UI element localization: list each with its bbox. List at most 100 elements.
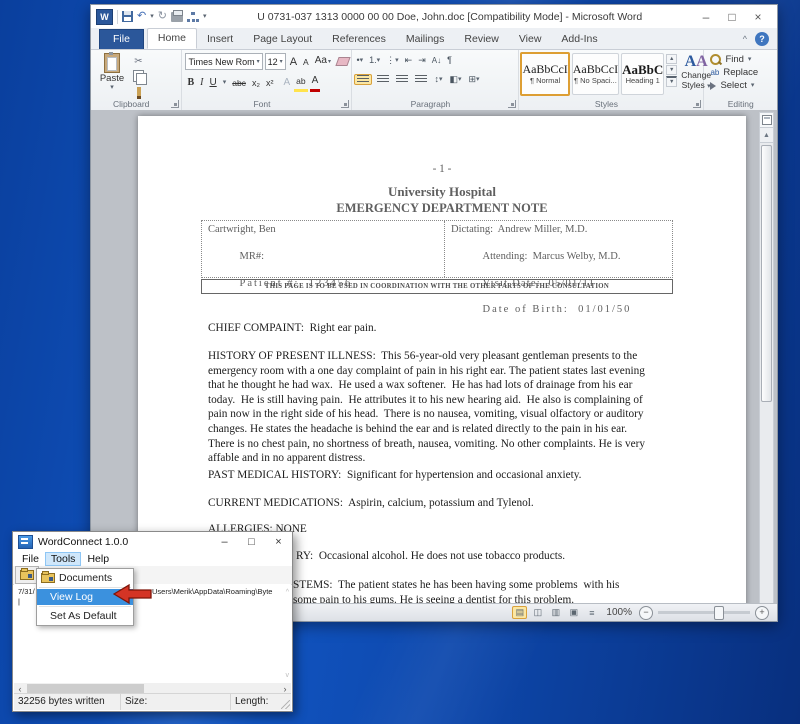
numbering-icon[interactable]: 1.▾	[367, 53, 382, 68]
font-size-combo[interactable]: 12 ▾	[265, 53, 286, 70]
copy-icon[interactable]	[133, 70, 144, 82]
minimize-button[interactable]: –	[693, 7, 719, 27]
dob-line: Date of Birth: 01/01/50	[483, 304, 632, 315]
format-painter-icon[interactable]	[137, 87, 141, 96]
maximize-button[interactable]: □	[719, 7, 745, 27]
annotation-arrow-icon	[113, 584, 152, 604]
wc-minimize-button[interactable]: –	[211, 533, 238, 551]
paragraph-dialog-launcher-icon[interactable]	[508, 100, 516, 108]
multilevel-list-icon[interactable]: ⋮▾	[384, 53, 401, 68]
sort-icon[interactable]: A↓	[430, 53, 443, 68]
web-layout-view-button[interactable]: ▥	[548, 606, 563, 619]
align-center-button[interactable]	[375, 75, 391, 84]
tab-view[interactable]: View	[509, 30, 552, 49]
underline-button[interactable]: U	[207, 75, 218, 91]
menu-item-set-as-default[interactable]: Set As Default	[37, 608, 133, 624]
save-icon[interactable]	[122, 11, 133, 22]
borders-icon[interactable]: ⊞▾	[467, 72, 482, 87]
strikethrough-button[interactable]: abc	[230, 75, 248, 91]
change-case-icon[interactable]: Aa▾	[313, 53, 333, 70]
paste-dropdown-icon[interactable]: ▾	[110, 84, 114, 91]
list-scroll-up-icon[interactable]: ^	[286, 589, 289, 596]
decrease-indent-icon[interactable]: ⇤	[403, 53, 415, 68]
tab-file[interactable]: File	[99, 29, 144, 49]
font-group: Times New Rom ▾ 12 ▾ A A Aa▾ B	[182, 50, 352, 110]
fullscreen-reading-view-button[interactable]: ◫	[530, 606, 545, 619]
collapse-ribbon-icon[interactable]: ^	[743, 34, 747, 44]
font-color-icon[interactable]: A	[310, 73, 321, 92]
desktop: W ↶ ▾ ↻ ▾ U 0731-037 1313 0000 00 00 Doe…	[0, 0, 800, 724]
text-effects-icon[interactable]: A	[281, 75, 292, 91]
outline-view-button[interactable]: ▣	[566, 606, 581, 619]
vertical-scrollbar[interactable]: ▲	[759, 112, 774, 609]
wc-close-button[interactable]: ×	[265, 533, 292, 551]
font-name-combo[interactable]: Times New Rom ▾	[185, 53, 262, 70]
resize-grip[interactable]	[281, 700, 290, 709]
print-preview-icon[interactable]	[171, 12, 183, 22]
zoom-slider[interactable]	[658, 611, 750, 614]
style-heading1[interactable]: AaBbC Heading 1	[621, 53, 664, 95]
list-scroll-down-icon[interactable]: v	[286, 672, 290, 679]
tab-home[interactable]: Home	[147, 28, 197, 49]
ruler-toggle-button[interactable]	[760, 113, 773, 128]
replace-button[interactable]: abReplace	[710, 67, 777, 78]
scroll-up-button[interactable]: ▲	[760, 128, 773, 143]
scrollbar-thumb[interactable]	[761, 145, 772, 402]
menu-file[interactable]: File	[16, 552, 45, 566]
zoom-level[interactable]: 100%	[606, 607, 632, 618]
highlight-icon[interactable]: ab	[294, 73, 307, 92]
clear-formatting-icon[interactable]	[335, 57, 350, 66]
italic-button[interactable]: I	[198, 75, 205, 91]
line-spacing-icon[interactable]: ↕▾	[432, 72, 444, 87]
redo-icon[interactable]: ↻	[158, 11, 167, 22]
tab-review[interactable]: Review	[454, 30, 508, 49]
zoom-in-button[interactable]: +	[755, 606, 769, 620]
styles-more-icon[interactable]: ▼	[666, 76, 677, 87]
shrink-font-icon[interactable]: A	[301, 54, 311, 70]
tab-mailings[interactable]: Mailings	[396, 30, 455, 49]
zoom-slider-thumb[interactable]	[714, 606, 724, 620]
styles-dialog-launcher-icon[interactable]	[693, 100, 701, 108]
select-button[interactable]: Select▾	[710, 80, 777, 91]
style-no-spacing[interactable]: AaBbCcI ¶ No Spaci...	[572, 53, 619, 95]
draft-view-button[interactable]: ≡	[584, 606, 599, 619]
superscript-button[interactable]: x²	[264, 75, 276, 91]
tab-add-ins[interactable]: Add-Ins	[551, 30, 607, 49]
tab-references[interactable]: References	[322, 30, 396, 49]
print-layout-view-button[interactable]: ▤	[512, 606, 527, 619]
close-button[interactable]: ×	[745, 7, 771, 27]
underline-dropdown-icon[interactable]: ▾	[221, 75, 229, 91]
paste-button[interactable]: Paste ▾	[94, 53, 130, 98]
wc-maximize-button[interactable]: □	[238, 533, 265, 551]
align-center-icon	[377, 75, 389, 84]
menu-help[interactable]: Help	[81, 552, 115, 566]
length-status: Length:	[231, 694, 291, 710]
cut-icon[interactable]: ✂	[130, 54, 147, 68]
bullets-icon[interactable]: •▾	[354, 53, 365, 68]
increase-indent-icon[interactable]: ⇥	[416, 53, 428, 68]
clipboard-dialog-launcher-icon[interactable]	[171, 100, 179, 108]
font-dialog-launcher-icon[interactable]	[341, 100, 349, 108]
show-paragraph-marks-icon[interactable]: ¶	[445, 53, 454, 68]
style-normal[interactable]: AaBbCcI ¶ Normal	[520, 52, 569, 96]
zoom-out-button[interactable]: −	[639, 606, 653, 620]
find-button[interactable]: Find▾	[710, 54, 777, 65]
menu-tools[interactable]: Tools	[45, 552, 82, 566]
grow-font-icon[interactable]: A	[288, 54, 299, 70]
shading-icon[interactable]: ◧▾	[447, 72, 463, 87]
org-chart-icon[interactable]	[187, 12, 199, 22]
word-logo-icon[interactable]: W	[96, 9, 113, 25]
tab-page-layout[interactable]: Page Layout	[243, 30, 322, 49]
scroll-up-icon: ▲	[763, 132, 770, 139]
styles-scroll-up-icon[interactable]: ▲	[666, 54, 677, 64]
help-button[interactable]: ?	[755, 32, 769, 46]
undo-icon[interactable]: ↶	[137, 11, 146, 22]
justify-button[interactable]	[413, 75, 429, 84]
undo-dropdown-icon[interactable]: ▾	[150, 13, 154, 20]
align-left-button[interactable]	[354, 74, 372, 85]
subscript-button[interactable]: x₂	[250, 75, 262, 91]
align-right-button[interactable]	[394, 75, 410, 84]
bold-button[interactable]: B	[185, 75, 196, 91]
tab-insert[interactable]: Insert	[197, 30, 243, 49]
styles-scroll-down-icon[interactable]: ▼	[666, 65, 677, 75]
